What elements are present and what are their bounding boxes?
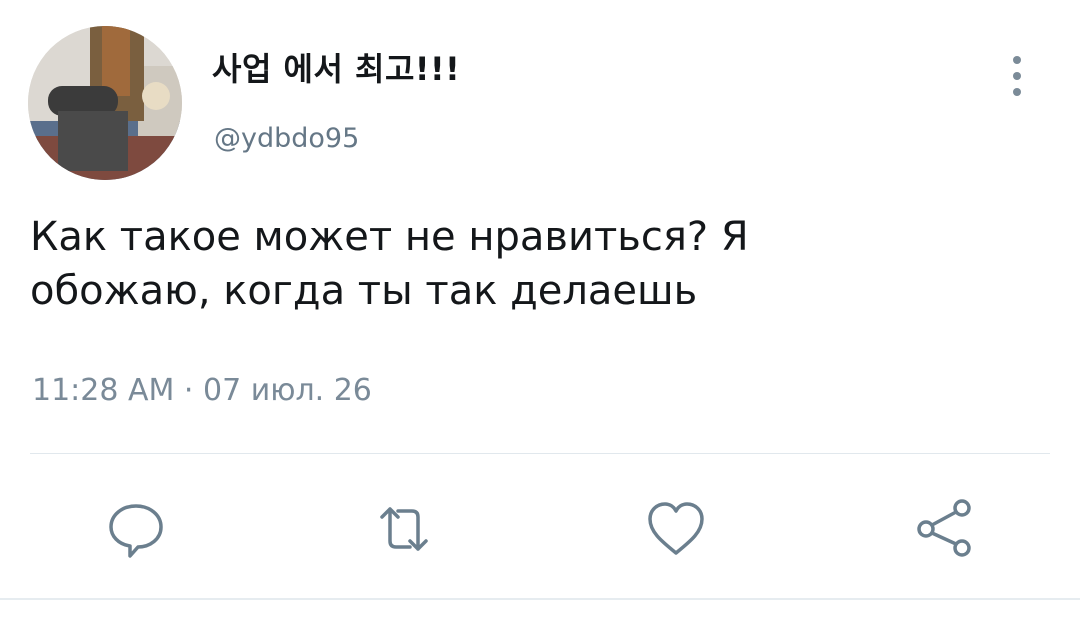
retweet-icon <box>380 507 428 551</box>
display-name[interactable]: 사업 에서 최고!!! <box>212 44 460 90</box>
tweet-text-line: обожаю, когда ты так делаешь <box>30 268 698 314</box>
reply-button[interactable] <box>104 497 168 561</box>
tweet-text-line: Как такое может не нравиться? Я <box>30 214 749 260</box>
reply-icon <box>109 504 163 558</box>
heart-icon <box>648 502 704 555</box>
divider <box>30 453 1050 454</box>
user-handle[interactable]: @ydbdo95 <box>214 123 359 154</box>
avatar[interactable] <box>28 26 182 180</box>
share-button[interactable] <box>912 497 976 561</box>
avatar-image <box>28 26 182 180</box>
retweet-button[interactable] <box>372 497 436 561</box>
tweet-timestamp[interactable]: 11:28 AM · 07 июл. 26 <box>32 373 372 408</box>
bottom-divider <box>0 598 1080 600</box>
share-icon <box>917 499 971 557</box>
tweet-text: Как такое может не нравиться? Я обожаю, … <box>30 210 1040 318</box>
like-button[interactable] <box>644 497 708 561</box>
more-vertical-icon[interactable] <box>1005 54 1029 98</box>
